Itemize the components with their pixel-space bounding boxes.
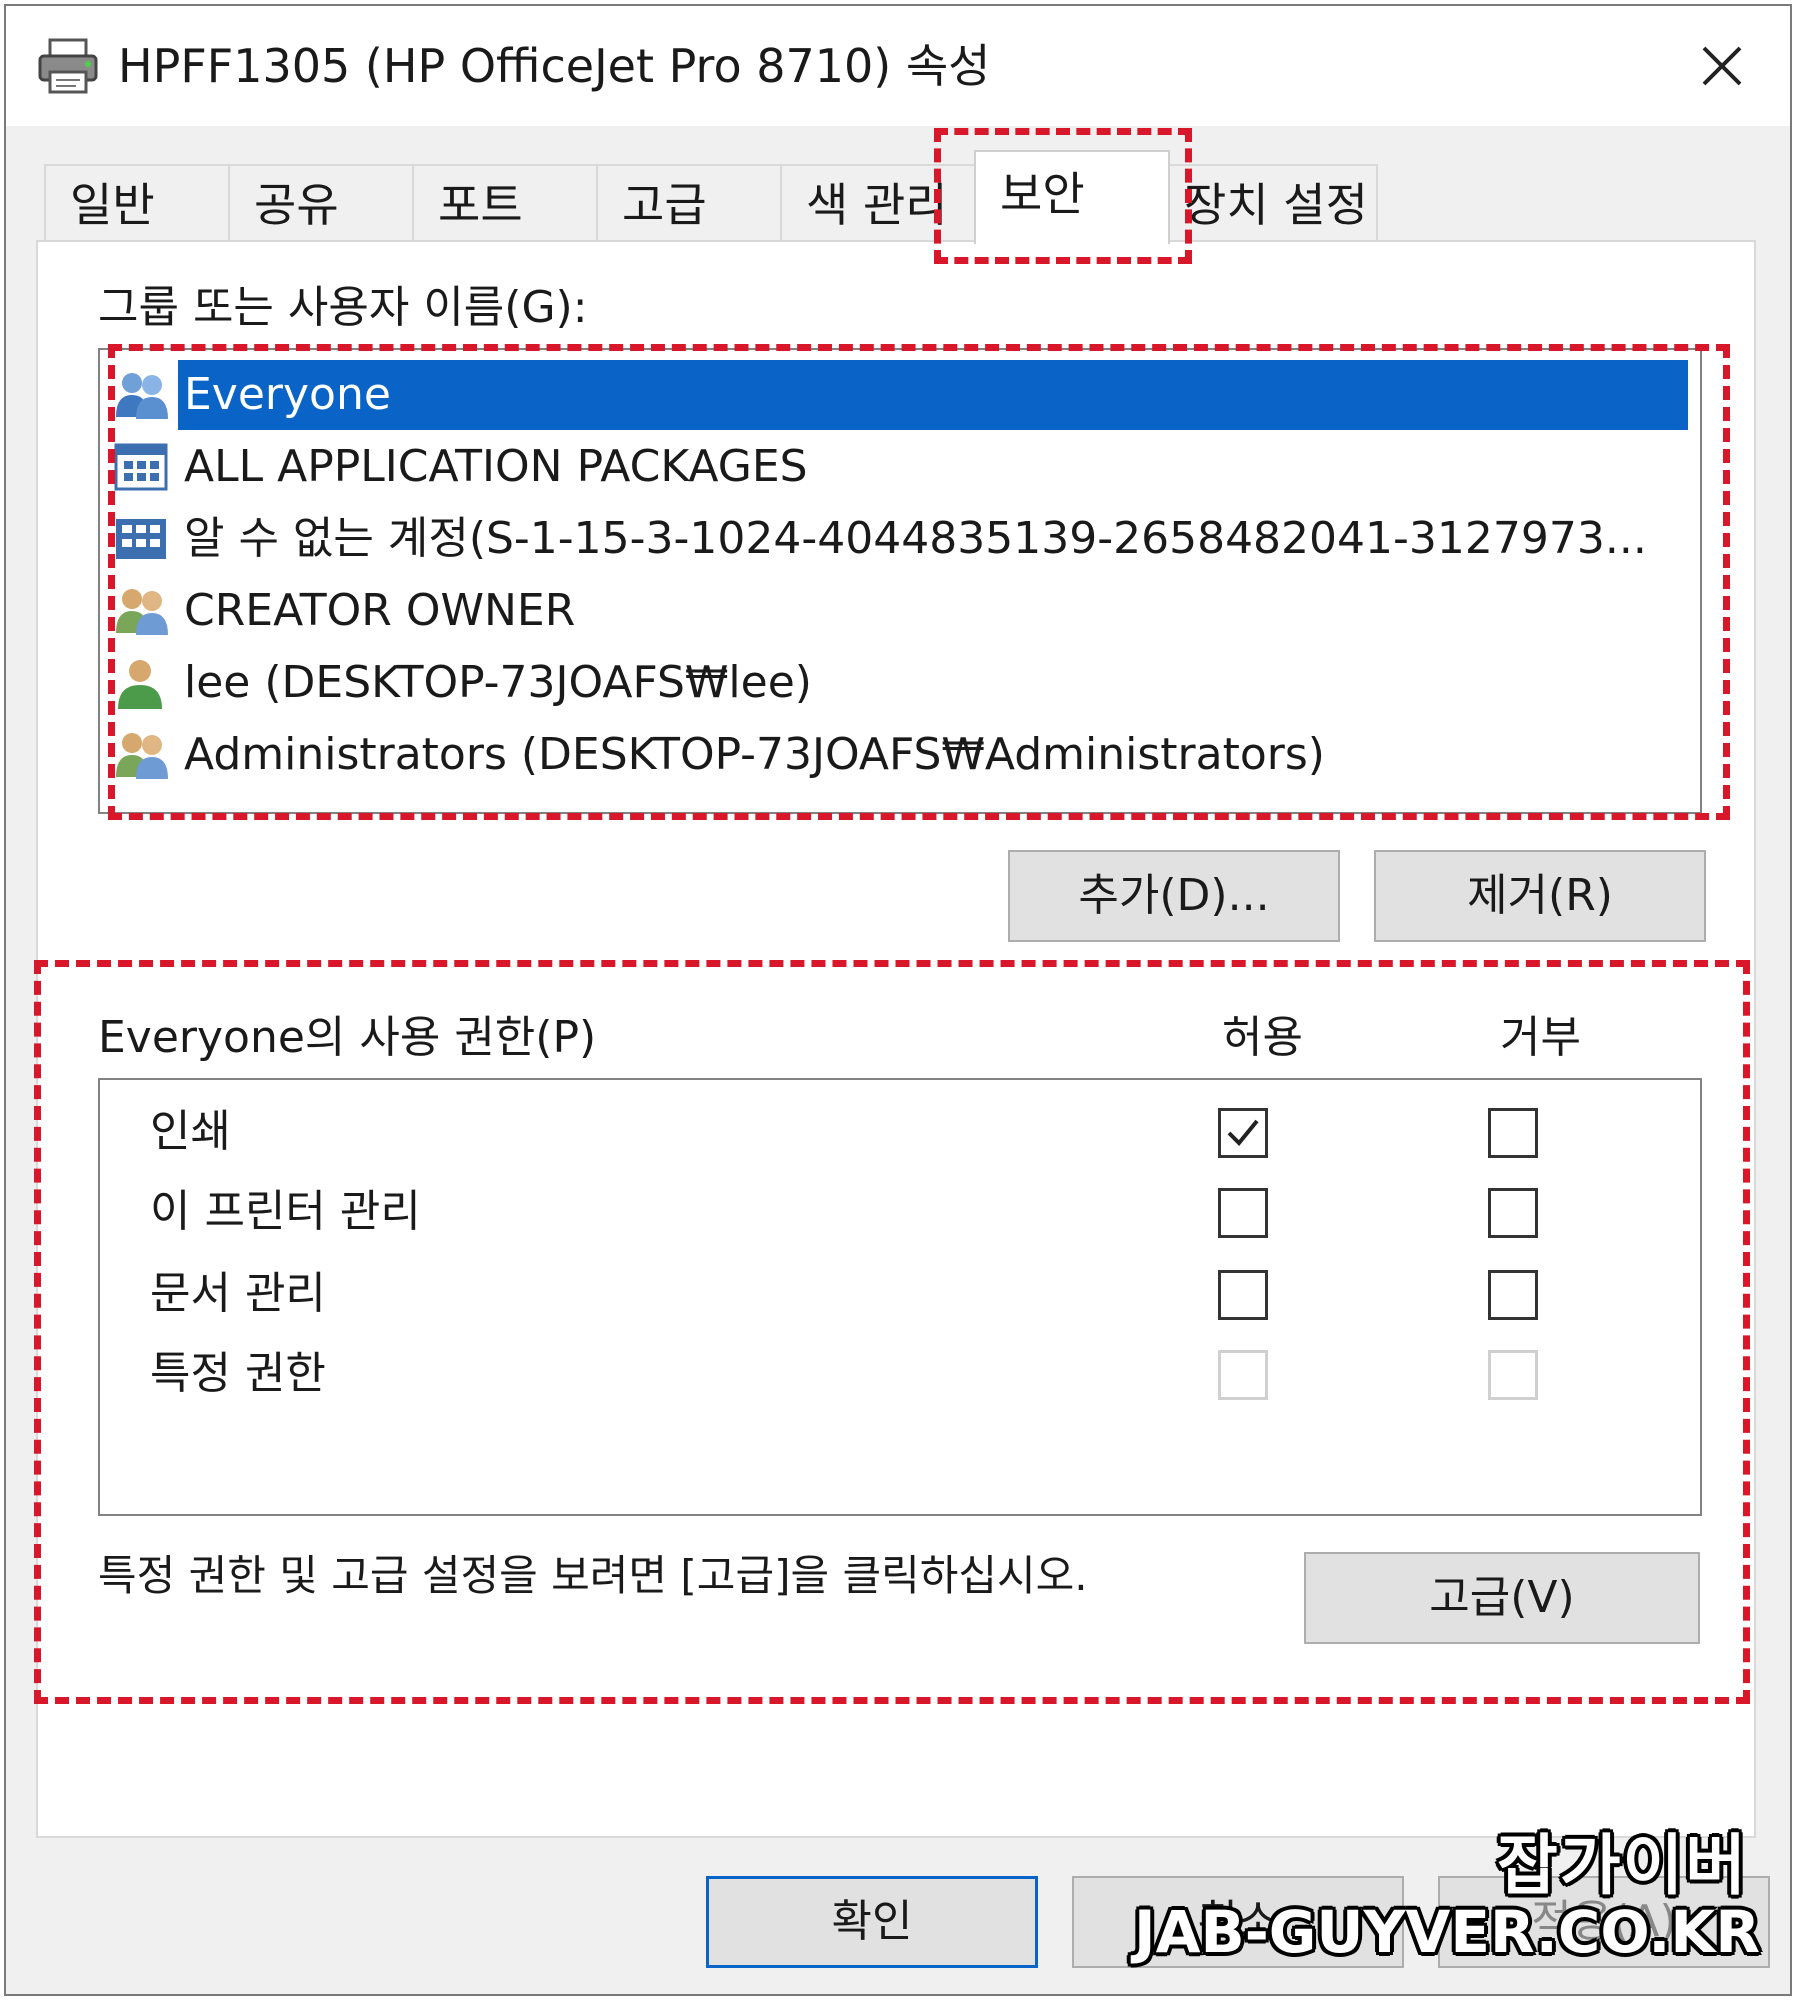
ok-button[interactable]: 확인: [706, 1876, 1038, 1968]
allow-header: 허용: [1222, 1012, 1303, 1063]
list-item-administrators[interactable]: Administrators (DESKTOP-73JOAFS₩Administ…: [112, 720, 1688, 790]
list-item-all-application-packages[interactable]: ALL APPLICATION PACKAGES: [112, 432, 1688, 502]
security-panel: 그룹 또는 사용자 이름(G): Everyone ALL APPLICATIO…: [34, 240, 1756, 1838]
close-icon: [1702, 46, 1742, 86]
advanced-hint-text: 특정 권한 및 고급 설정을 보려면 [고급]을 클릭하십시오.: [98, 1551, 1088, 1600]
deny-print-checkbox[interactable]: [1488, 1108, 1538, 1158]
list-item-everyone[interactable]: Everyone: [112, 360, 1688, 430]
allow-manage-documents-checkbox[interactable]: [1218, 1270, 1268, 1320]
tab-strip: 일반 공유 포트 고급 색 관리 보안 장치 설정: [44, 150, 1764, 244]
close-button[interactable]: [1682, 26, 1762, 106]
title-bar: HPFF1305 (HP OfficeJet Pro 8710) 속성: [6, 6, 1790, 126]
remove-button[interactable]: 제거(R): [1374, 850, 1706, 942]
tab-security[interactable]: 보안: [974, 150, 1170, 244]
printer-icon: [38, 38, 98, 94]
unknown-account-icon: [116, 519, 166, 559]
principal-list[interactable]: Everyone ALL APPLICATION PACKAGES 알 수 없는…: [98, 348, 1702, 814]
list-item-unknown-account[interactable]: 알 수 없는 계정(S-1-15-3-1024-4044835139-26584…: [112, 504, 1688, 574]
tab-ports[interactable]: 포트: [412, 164, 598, 242]
permission-manage-documents-label: 문서 관리: [150, 1268, 326, 1319]
list-item-lee[interactable]: lee (DESKTOP-73JOAFS₩lee): [112, 648, 1688, 718]
list-item-label: lee (DESKTOP-73JOAFS₩lee): [184, 657, 812, 708]
app-packages-icon: [114, 443, 168, 491]
allow-print-checkbox[interactable]: [1218, 1108, 1268, 1158]
checkmark-icon: [1227, 1119, 1259, 1146]
group-icon: [116, 589, 168, 635]
watermark-url: JAB-GUYVER.CO.KR: [1134, 1898, 1760, 1966]
tab-sharing[interactable]: 공유: [228, 164, 414, 242]
permission-print-label: 인쇄: [150, 1106, 231, 1157]
allow-manage-printer-checkbox[interactable]: [1218, 1188, 1268, 1238]
list-item-label: ALL APPLICATION PACKAGES: [184, 441, 808, 492]
deny-manage-documents-checkbox[interactable]: [1488, 1270, 1538, 1320]
permission-manage-printer-label: 이 프린터 관리: [150, 1186, 421, 1237]
permissions-list: 인쇄 이 프린터 관리 문서 관리 특정 권한: [98, 1078, 1702, 1516]
add-button[interactable]: 추가(D)...: [1008, 850, 1340, 942]
list-item-label: Everyone: [178, 360, 1688, 430]
list-item-creator-owner[interactable]: CREATOR OWNER: [112, 576, 1688, 646]
list-item-label: 알 수 없는 계정(S-1-15-3-1024-4044835139-26584…: [184, 513, 1647, 564]
tab-general[interactable]: 일반: [44, 164, 230, 242]
list-item-label: CREATOR OWNER: [184, 585, 576, 636]
tab-color-management[interactable]: 색 관리: [780, 164, 976, 242]
deny-manage-printer-checkbox[interactable]: [1488, 1188, 1538, 1238]
user-icon: [118, 660, 162, 709]
group-icon: [116, 733, 168, 779]
window-title: HPFF1305 (HP OfficeJet Pro 8710) 속성: [118, 39, 991, 93]
properties-dialog: HPFF1305 (HP OfficeJet Pro 8710) 속성 일반 공…: [4, 4, 1792, 1996]
watermark-korean: 잡가이버: [1497, 1827, 1748, 1904]
permissions-label: Everyone의 사용 권한(P): [98, 1012, 597, 1063]
tab-device-settings[interactable]: 장치 설정: [1168, 164, 1378, 242]
group-user-label: 그룹 또는 사용자 이름(G):: [98, 282, 588, 333]
allow-special-checkbox: [1218, 1350, 1268, 1400]
advanced-button[interactable]: 고급(V): [1304, 1552, 1700, 1644]
list-item-label: Administrators (DESKTOP-73JOAFS₩Administ…: [184, 729, 1325, 780]
group-icon: [116, 373, 168, 419]
deny-special-checkbox: [1488, 1350, 1538, 1400]
tab-advanced[interactable]: 고급: [596, 164, 782, 242]
permission-special-label: 특정 권한: [150, 1348, 326, 1399]
deny-header: 거부: [1500, 1012, 1581, 1063]
